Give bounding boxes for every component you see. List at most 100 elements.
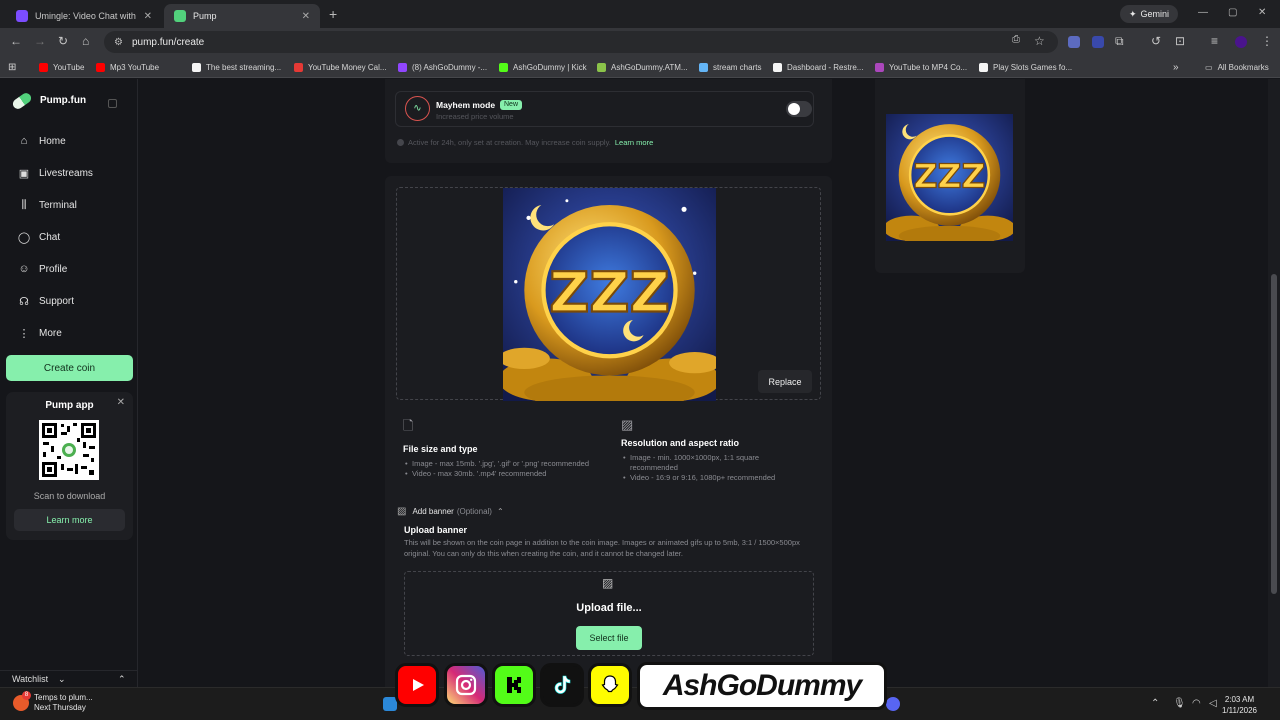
folder-icon: ▭ [1205,62,1213,72]
media-icon[interactable]: ≡ [1211,34,1218,48]
clock-date: 1/11/2026 [1222,706,1257,715]
speaker-icon[interactable]: ◁ [1209,698,1217,709]
banner-dropzone[interactable]: ▨ Upload file... Select file [404,571,814,656]
bookmark-restream[interactable]: Dashboard - Restre... [773,60,863,74]
address-bar[interactable]: ⚙ pump.fun/create [104,31,1058,53]
svg-text:ZZZ: ZZZ [549,262,669,326]
mayhem-learn-more-link[interactable]: Learn more [615,138,653,147]
sidebar-item-profile[interactable]: ☺ Profile [17,263,67,275]
qr-code-icon [39,420,99,480]
close-tab-icon[interactable]: ✕ [302,11,310,22]
site-info-icon[interactable]: ⚙ [114,37,123,48]
site-icon [192,62,201,72]
scrollbar[interactable] [1268,79,1280,687]
mayhem-toggle[interactable] [786,101,812,117]
expand-up-icon[interactable]: ⌃ [118,674,126,685]
reload-icon[interactable]: ↻ [58,34,68,48]
tab-search-icon[interactable]: ⊡ [1175,34,1185,48]
bookmark-star-icon[interactable]: ☆ [1034,34,1045,48]
bookmark-mp3-youtube[interactable]: Mp3 YouTube [96,60,159,74]
sidebar-item-more[interactable]: ⋮ More [17,327,62,340]
pill-logo-icon [10,90,34,111]
upload-image-icon: ▨ [602,576,614,590]
upload-banner-title: Upload banner [404,525,468,535]
resolution-info: ▨ Resolution and aspect ratio Image - mi… [621,417,801,483]
create-coin-button[interactable]: Create coin [6,355,133,381]
streamer-handle: AshGoDummy [637,662,887,710]
select-file-button[interactable]: Select file [576,626,642,650]
discord-icon[interactable] [886,697,900,711]
close-window-icon[interactable]: ✕ [1258,7,1266,18]
mayhem-note: Active for 24h, only set at creation. Ma… [397,138,653,147]
bookmark-streaming[interactable]: The best streaming... [192,60,281,74]
coin-image-dropzone[interactable]: ZZZ Replace [396,187,821,401]
sidebar-item-support[interactable]: ☊ Support [17,295,74,308]
twitch-icon [398,62,407,72]
apps-grid-icon[interactable]: ⊞ [8,60,16,74]
bookmark-slots[interactable]: Play Slots Games fo... [979,60,1072,74]
watchlist-bar[interactable]: Watchlist ⌄ ⌃ [0,670,138,687]
file-size-item: Image - max 15mb. '.jpg', '.gif' or '.pn… [405,459,603,469]
microphone-icon[interactable]: 🎙 [1173,698,1186,709]
chevron-down-icon: ⌄ [58,674,66,684]
bookmark-label: AshGoDummy.ATM... [611,62,688,72]
close-card-icon[interactable]: ✕ [117,397,125,408]
chevron-up-icon: ⌃ [496,507,504,516]
sidebar-item-label: Chat [39,232,61,243]
bookmark-label: Dashboard - Restre... [787,62,864,72]
mayhem-mode-card: ∿ Mayhem mode New Increased price volume… [385,79,832,163]
bookmark-stream-charts[interactable]: stream charts [699,60,761,74]
pump-app-title: Pump app [45,400,94,411]
sidebar-item-chat[interactable]: ◯ Chat [17,231,60,244]
kick-logo-icon [492,663,536,707]
weather-widget[interactable]: 8 Temps to plum... Next Thursday [13,691,93,713]
extensions-puzzle-icon[interactable]: ⧉ [1115,34,1124,49]
resolution-item: Image - min. 1000×1000px, 1:1 square rec… [623,453,801,473]
coin-preview-image: ZZZ [886,114,1013,241]
collapse-sidebar-icon[interactable] [108,99,117,108]
more-bookmarks-icon[interactable]: » [1173,60,1179,74]
upload-file-label: Upload file... [576,602,642,614]
youtube-icon [39,62,48,72]
candles-icon: ⫼ [21,199,27,211]
install-app-icon[interactable]: ⎙ [1012,34,1020,45]
scrollbar-thumb[interactable] [1271,274,1277,594]
history-icon[interactable]: ↺ [1151,34,1161,48]
browser-tab-umingle[interactable]: Umingle: Video Chat with Stra ✕ [6,4,162,28]
extension-1-icon[interactable] [1068,36,1080,48]
menu-kebab-icon[interactable]: ⋮ [1261,34,1273,48]
wifi-icon[interactable]: ◠ [1192,698,1201,709]
replace-button[interactable]: Replace [758,370,812,393]
new-tab-icon[interactable]: + [329,6,337,22]
brand-name: Pump.fun [40,95,87,106]
close-tab-icon[interactable]: ✕ [144,11,152,22]
file-size-item: Video - max 30mb. '.mp4' recommended [405,469,603,479]
maximize-icon[interactable]: ▢ [1228,7,1237,18]
bookmark-yt-mp4[interactable]: YouTube to MP4 Co... [875,60,967,74]
bookmark-atm[interactable]: AshGoDummy.ATM... [597,60,688,74]
learn-more-button[interactable]: Learn more [14,509,125,531]
extension-2-icon[interactable] [1092,36,1104,48]
system-clock[interactable]: 2:03 AM 1/11/2026 [1222,694,1257,716]
bookmark-youtube[interactable]: YouTube [39,60,84,74]
add-banner-toggle[interactable]: ▨ Add banner (Optional) ⌃ [397,506,504,517]
bookmark-youtube-money[interactable]: YouTube Money Cal... [294,60,387,74]
all-bookmarks[interactable]: ▭ All Bookmarks [1205,60,1269,74]
brand-logo[interactable]: Pump.fun [10,90,87,111]
minimize-icon[interactable]: — [1198,7,1208,18]
gemini-button[interactable]: ✦ Gemini [1120,5,1179,23]
sidebar-item-label: Terminal [39,200,77,211]
bookmark-kick[interactable]: AshGoDummy | Kick [499,60,587,74]
home-browser-icon[interactable]: ⌂ [82,34,89,48]
back-icon[interactable]: ← [10,34,22,48]
sidebar-item-livestreams[interactable]: ▣ Livestreams [17,167,93,180]
tray-chevron-icon[interactable]: ⌃ [1151,698,1159,709]
bookmark-twitch[interactable]: (8) AshGoDummy -... [398,60,487,74]
forward-icon[interactable]: → [34,34,46,48]
browser-tab-pump[interactable]: Pump ✕ [164,4,320,28]
sidebar-item-terminal[interactable]: ⫼ Terminal [17,199,77,212]
sidebar-item-home[interactable]: ⌂ Home [17,135,66,147]
profile-avatar-icon[interactable] [1235,36,1247,48]
new-badge: New [500,100,523,110]
site-icon [597,62,606,72]
